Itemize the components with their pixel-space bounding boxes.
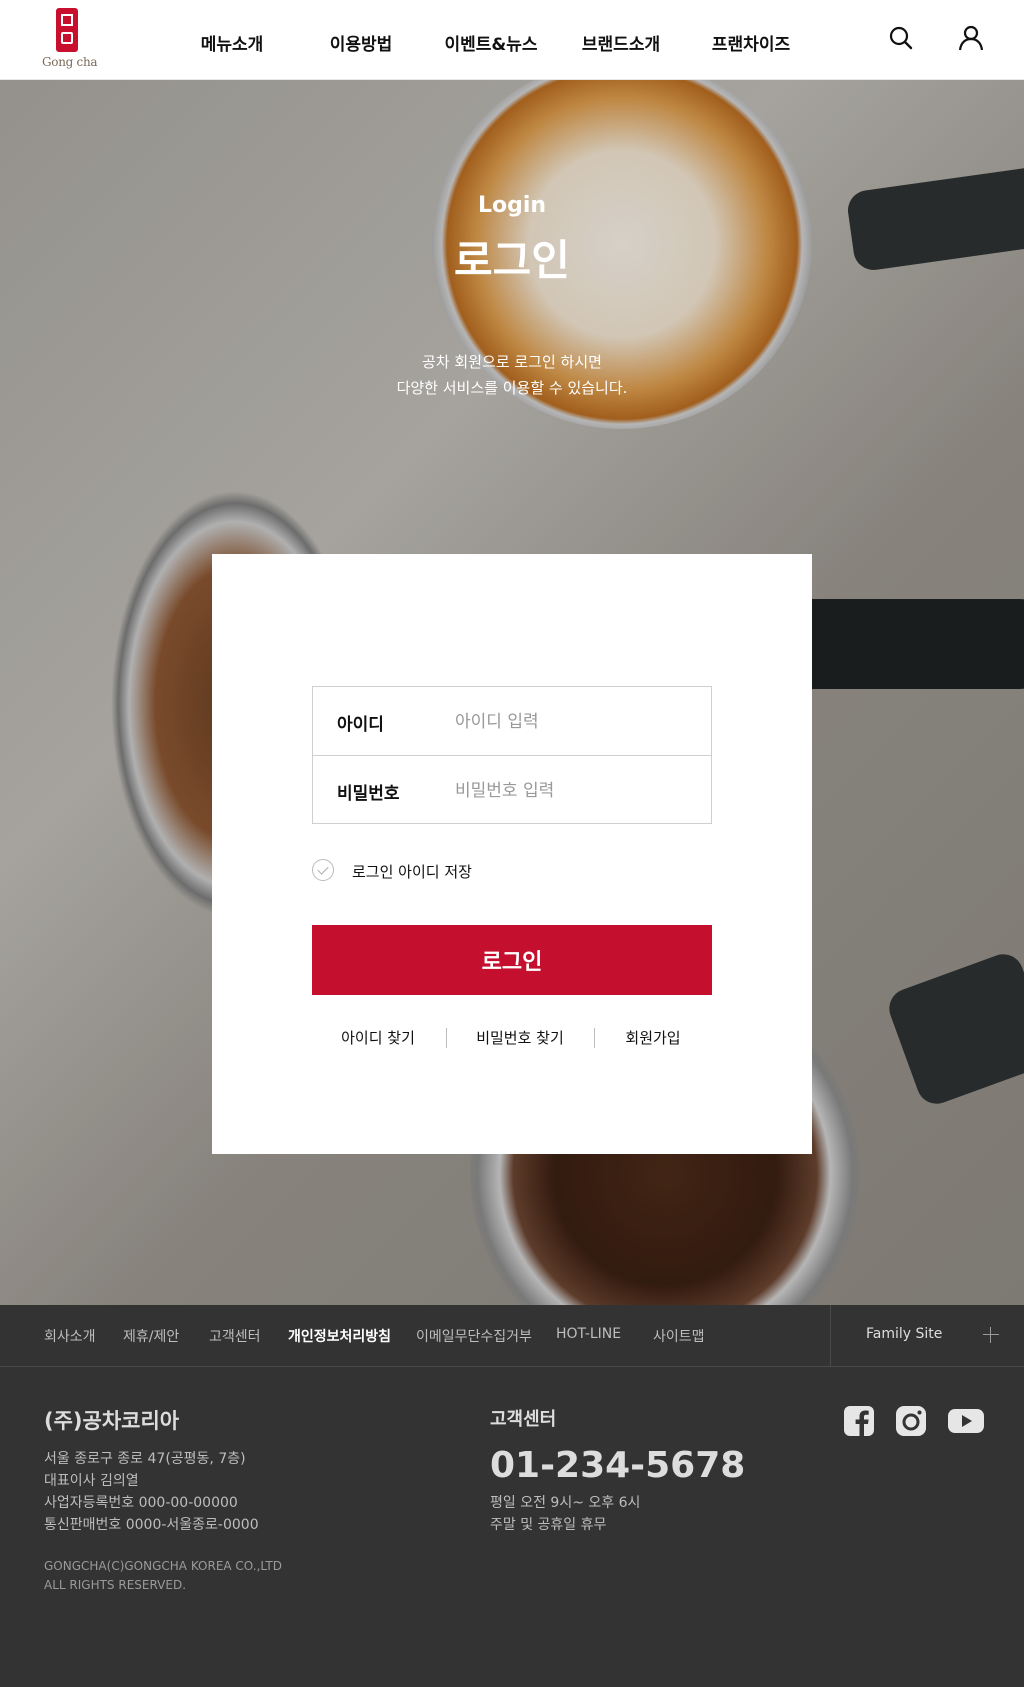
plus-icon[interactable] [983,1327,999,1343]
nav-how-to-use[interactable]: 이용방법 [330,30,393,55]
description-line: 다양한 서비스를 이용할 수 있습니다. [396,379,628,397]
page-subtitle: Login [477,193,547,218]
page-description: 공차 회원으로 로그인 하시면 다양한 서비스를 이용할 수 있습니다. [0,349,1024,401]
link-divider [446,1028,447,1048]
hours-line: 평일 오전 9시~ 오후 6시 [490,1495,641,1511]
footer-link-privacy[interactable]: 개인정보처리방침 [288,1326,391,1346]
family-site-dropdown[interactable]: Family Site [830,1305,1024,1366]
password-input[interactable] [453,774,697,808]
search-icon[interactable] [887,24,915,52]
footer-link-customer-center[interactable]: 고객센터 [209,1326,261,1346]
customer-center-title: 고객센터 [490,1409,557,1430]
footer-nav: 회사소개 제휴/제안 고객센터 개인정보처리방침 이메일무단수집거부 HOT-L… [0,1305,1024,1367]
footer-link-email-refusal[interactable]: 이메일무단수집거부 [416,1326,532,1346]
business-registration: 사업자등록번호 000-00-00000 [44,1495,238,1511]
company-ceo: 대표이사 김의열 [44,1473,139,1489]
description-line: 공차 회원으로 로그인 하시면 [422,353,602,371]
instagram-icon[interactable] [895,1405,927,1437]
copyright: GONGCHA(C)GONGCHA KOREA CO.,LTD ALL RIGH… [44,1557,282,1595]
login-button[interactable]: 로그인 [312,925,712,995]
find-id-link[interactable]: 아이디 찾기 [341,1027,415,1048]
id-row: 아이디 [313,687,711,755]
user-icon[interactable] [957,24,985,52]
signup-link[interactable]: 회원가입 [625,1027,680,1048]
hours-line: 주말 및 공휴일 휴무 [490,1517,607,1533]
nav-franchise[interactable]: 프랜차이즈 [712,30,790,55]
login-form: 아이디 비밀번호 [312,686,712,824]
hero-section: Login 로그인 공차 회원으로 로그인 하시면 다양한 서비스를 이용할 수… [0,79,1024,1305]
mail-order-registration: 통신판매번호 0000-서울종로-0000 [44,1517,259,1533]
id-label: 아이디 [337,715,384,735]
nav-brand[interactable]: 브랜드소개 [582,30,660,55]
footer-link-hotline[interactable]: HOT-LINE [556,1326,621,1342]
copyright-line: GONGCHA(C)GONGCHA KOREA CO.,LTD [44,1559,282,1573]
save-id-label: 로그인 아이디 저장 [352,863,472,881]
company-name: (주)공차코리아 [44,1409,180,1433]
password-label: 비밀번호 [337,784,400,804]
page-title: 로그인 [454,236,570,285]
password-row: 비밀번호 [313,755,711,823]
main-nav: 메뉴소개 이용방법 이벤트&뉴스 브랜드소개 프랜차이즈 [0,30,1024,55]
footer-link-partnership[interactable]: 제휴/제안 [123,1326,179,1346]
id-input[interactable] [453,705,697,739]
check-circle-icon[interactable] [312,859,334,881]
account-links: 아이디 찾기 비밀번호 찾기 회원가입 [312,1027,712,1049]
site-footer: 회사소개 제휴/제안 고객센터 개인정보처리방침 이메일무단수집거부 HOT-L… [0,1305,1024,1687]
login-card: 아이디 비밀번호 로그인 아이디 저장 로그인 아이디 찾기 비밀번호 찾기 회… [212,554,812,1154]
find-password-link[interactable]: 비밀번호 찾기 [476,1027,564,1048]
facebook-icon[interactable] [843,1405,875,1437]
company-address: 서울 종로구 종로 47(공평동, 7층) [44,1451,246,1467]
customer-center-phone: 01-234-5678 [490,1445,746,1486]
nav-menu[interactable]: 메뉴소개 [201,30,264,55]
footer-link-company[interactable]: 회사소개 [44,1326,96,1346]
link-divider [594,1028,595,1048]
customer-center-hours: 평일 오전 9시~ 오후 6시 주말 및 공휴일 휴무 [490,1492,640,1536]
copyright-line: ALL RIGHTS RESERVED. [44,1578,187,1592]
family-site-label: Family Site [866,1326,943,1342]
company-info: 서울 종로구 종로 47(공평동, 7층) 대표이사 김의열 사업자등록번호 0… [44,1448,259,1536]
footer-link-sitemap[interactable]: 사이트맵 [653,1326,705,1346]
site-header: Gong cha 메뉴소개 이용방법 이벤트&뉴스 브랜드소개 프랜차이즈 [0,0,1024,80]
logo-wordmark: Gong cha [42,55,98,69]
nav-events-news[interactable]: 이벤트&뉴스 [444,30,537,55]
youtube-icon[interactable] [948,1405,984,1437]
